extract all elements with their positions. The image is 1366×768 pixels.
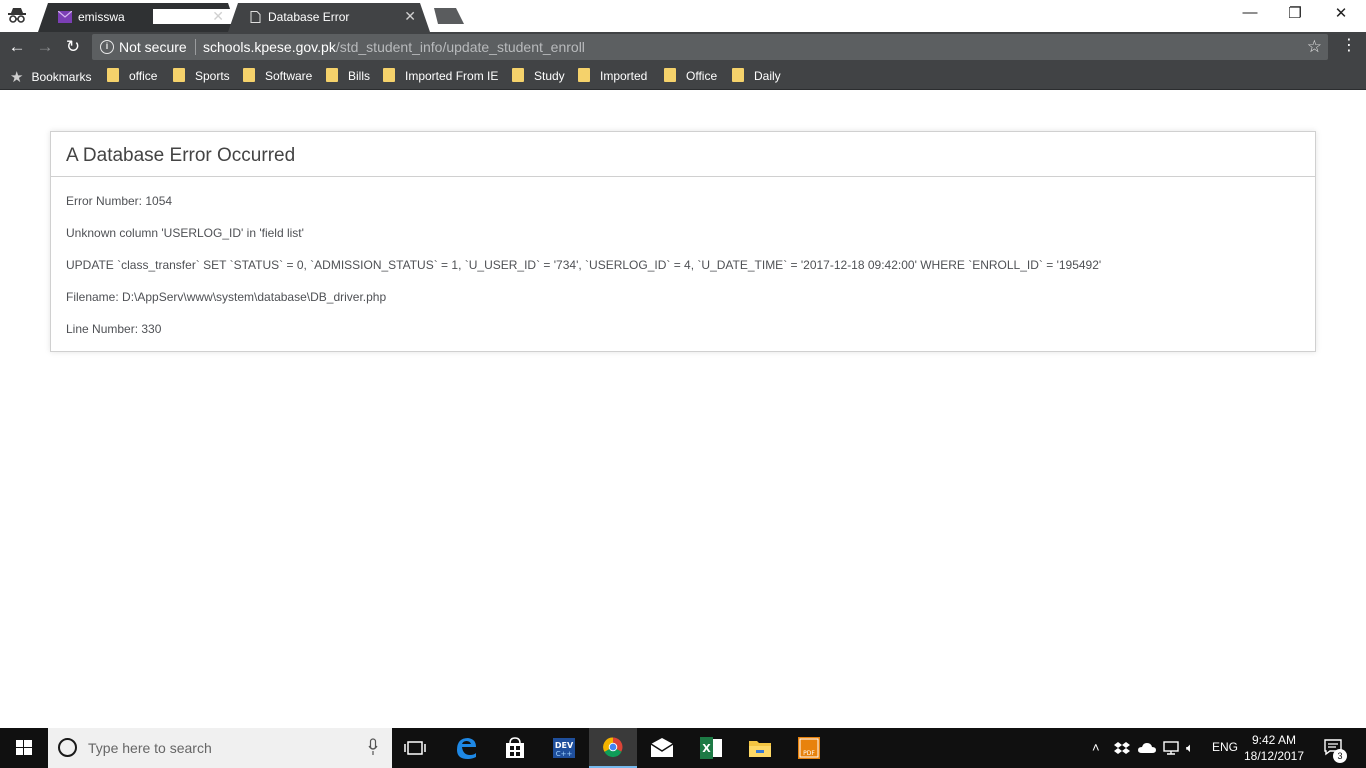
omnibox-divider	[195, 39, 196, 55]
folder-icon	[578, 68, 590, 82]
tab-label: emisswa	[78, 10, 125, 24]
error-title: A Database Error Occurred	[66, 145, 296, 166]
mail-icon[interactable]	[638, 728, 686, 768]
bookmark-label: Bookmarks	[31, 70, 92, 84]
notification-badge: 3	[1333, 749, 1347, 763]
error-query: UPDATE `class_transfer` SET `STATUS` = 0…	[66, 258, 1102, 272]
forward-arrow-icon[interactable]: →	[34, 36, 56, 58]
close-tab-icon[interactable]: ✕	[404, 8, 416, 25]
folder-icon	[732, 68, 744, 82]
new-tab-button[interactable]	[430, 8, 464, 24]
network-icon[interactable]	[1163, 741, 1181, 755]
bookmark-label: Daily	[754, 69, 781, 83]
bookmark-label: Imported From IE	[405, 69, 499, 83]
cortana-icon	[58, 738, 77, 757]
url-host: schools.kpese.gov.pk	[203, 39, 336, 55]
svg-text:X: X	[702, 742, 711, 755]
microphone-icon[interactable]	[368, 738, 378, 756]
devcpp-icon[interactable]: DEVC++	[540, 728, 588, 768]
folder-icon	[383, 68, 395, 82]
tab-label: Database Error	[268, 10, 350, 24]
svg-text:C++: C++	[556, 750, 573, 758]
svg-text:PDF: PDF	[803, 750, 815, 757]
reload-icon[interactable]: ↻	[62, 36, 84, 58]
bookmark-folder-imported-from-ie[interactable]: Imported From IE	[383, 68, 498, 84]
chevron-up-icon[interactable]: ˄	[1092, 740, 1100, 755]
bookmark-folder-bills[interactable]: Bills	[326, 68, 370, 84]
language-indicator[interactable]: ENG	[1212, 740, 1238, 754]
file-explorer-icon[interactable]	[736, 728, 784, 768]
bookmarks-apps[interactable]: ★ Bookmarks	[10, 68, 92, 86]
chrome-menu-icon[interactable]: ⋮	[1341, 36, 1357, 58]
bookmark-label: Study	[534, 69, 565, 83]
bookmark-folder-sports[interactable]: Sports	[173, 68, 230, 84]
browser-toolbar: ← → ↻ i Not secure schools.kpese.gov.pk/…	[0, 32, 1366, 62]
minimize-icon[interactable]: —	[1227, 4, 1273, 21]
star-icon: ★	[10, 69, 24, 86]
bookmark-label: Bills	[348, 69, 371, 83]
bookmark-folder-study[interactable]: Study	[512, 68, 565, 84]
system-clock[interactable]: 9:42 AM 18/12/2017	[1242, 732, 1306, 764]
url-path: /std_student_info/update_student_enroll	[335, 39, 585, 55]
error-number: Error Number: 1054	[66, 194, 173, 208]
back-arrow-icon[interactable]: ←	[6, 36, 28, 58]
info-icon[interactable]: i	[100, 40, 114, 54]
task-view-icon[interactable]	[392, 728, 440, 768]
bookmark-folder-office-2[interactable]: Office	[664, 68, 717, 84]
store-icon[interactable]	[491, 728, 539, 768]
bookmark-folder-office[interactable]: office	[107, 68, 157, 84]
folder-icon	[173, 68, 185, 82]
mail-favicon-icon	[58, 11, 72, 23]
bookmark-label: Sports	[195, 69, 230, 83]
folder-icon	[243, 68, 255, 82]
bookmark-label: office	[129, 69, 158, 83]
close-window-icon[interactable]: ✕	[1318, 4, 1364, 22]
address-bar[interactable]: i Not secure schools.kpese.gov.pk/std_st…	[92, 34, 1328, 60]
volume-icon[interactable]: 🔈︎	[1186, 740, 1194, 756]
bookmark-folder-software[interactable]: Software	[243, 68, 312, 84]
onedrive-icon[interactable]	[1138, 742, 1156, 754]
restore-icon[interactable]: ❐	[1272, 4, 1318, 22]
tab-database-error[interactable]: Database Error ✕	[228, 3, 430, 32]
divider	[51, 176, 1315, 177]
error-panel: A Database Error Occurred Error Number: …	[50, 131, 1316, 352]
pdf-icon[interactable]: PDF	[785, 728, 833, 768]
close-tab-icon[interactable]: ✕	[212, 8, 224, 25]
taskbar-search-box[interactable]: Type here to search	[48, 728, 392, 768]
error-message: Unknown column 'USERLOG_ID' in 'field li…	[66, 226, 304, 240]
error-filename: Filename: D:\AppServ\www\system\database…	[66, 290, 387, 304]
error-line-number: Line Number: 330	[66, 322, 162, 336]
edge-icon[interactable]	[442, 728, 490, 768]
bookmarks-bar: ★ Bookmarks office Sports Software Bills …	[0, 62, 1366, 90]
bookmark-folder-daily[interactable]: Daily	[732, 68, 781, 84]
clock-time: 9:42 AM	[1251, 733, 1297, 747]
chrome-icon[interactable]	[589, 728, 637, 768]
folder-icon	[326, 68, 338, 82]
url-text[interactable]: schools.kpese.gov.pk/std_student_info/up…	[203, 39, 585, 55]
clock-date: 18/12/2017	[1243, 749, 1305, 763]
svg-text:DEV: DEV	[555, 741, 574, 750]
folder-icon	[664, 68, 676, 82]
folder-icon	[107, 68, 119, 82]
window-titlebar: emisswa ✕ Database Error ✕ — ❐ ✕	[0, 0, 1366, 32]
security-label[interactable]: Not secure	[119, 39, 187, 55]
windows-taskbar: Type here to search DEV C++ X PDF ˄ 🔈︎ EN…	[0, 728, 1366, 768]
tab-emisswa[interactable]: emisswa ✕	[38, 3, 238, 32]
bookmark-label: Office	[686, 69, 718, 83]
bookmark-star-icon[interactable]: ☆	[1307, 37, 1322, 57]
search-placeholder: Type here to search	[88, 740, 212, 756]
bookmark-folder-imported[interactable]: Imported	[578, 68, 647, 84]
folder-icon	[512, 68, 524, 82]
bookmark-label: Software	[265, 69, 313, 83]
bookmark-label: Imported	[600, 69, 648, 83]
dropbox-icon[interactable]	[1114, 741, 1130, 755]
incognito-icon	[8, 8, 26, 23]
excel-icon[interactable]: X	[687, 728, 735, 768]
page-favicon-icon	[250, 11, 261, 23]
windows-start-icon[interactable]	[0, 728, 48, 768]
